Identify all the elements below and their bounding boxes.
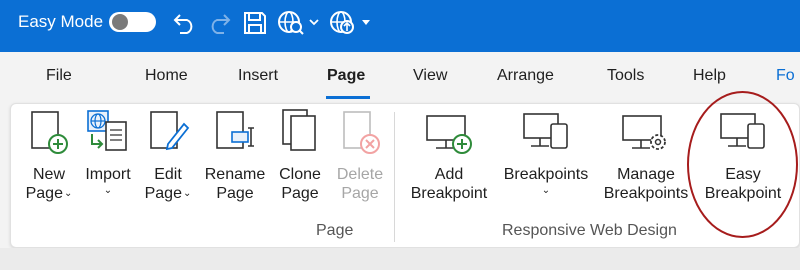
easy-mode-label: Easy Mode (18, 12, 104, 31)
group-label-responsive-web-design: Responsive Web Design (502, 222, 677, 239)
active-tab-indicator (326, 96, 370, 99)
rename-page-label-line2: Page (216, 185, 254, 202)
tab-help[interactable]: Help (693, 67, 726, 85)
chevron-down-icon: ⌄ (182, 188, 192, 199)
manage-breakpoints-label-line2: Breakpoints (603, 185, 689, 202)
publish-icon[interactable] (328, 9, 374, 37)
new-page-icon (31, 111, 68, 154)
rename-page-button[interactable]: Rename Page (202, 108, 268, 218)
easy-mode-toggle[interactable] (109, 12, 156, 32)
rename-page-icon (216, 111, 254, 149)
delete-page-label-line2: Page (341, 185, 379, 202)
chevron-down-icon: ⌄ (541, 185, 551, 196)
ribbon-bottom-strip (0, 248, 800, 270)
new-page-label-line2: Page (25, 185, 63, 202)
breakpoints-icon (523, 113, 568, 149)
manage-breakpoints-button[interactable]: Manage Breakpoints (598, 108, 694, 218)
group-label-page: Page (316, 222, 354, 239)
manage-breakpoints-icon (622, 115, 666, 150)
save-icon[interactable] (240, 9, 270, 37)
web-preview-icon[interactable] (276, 9, 322, 37)
undo-icon[interactable] (170, 9, 200, 37)
manage-breakpoints-label-line1: Manage (617, 166, 675, 183)
import-button[interactable]: Import ⌄ (80, 108, 136, 218)
chevron-down-icon: ⌄ (103, 185, 113, 196)
delete-page-button[interactable]: Delete Page (332, 108, 388, 218)
import-label: Import (85, 166, 131, 183)
new-page-button[interactable]: New Page⌄ (20, 108, 78, 218)
tab-insert[interactable]: Insert (238, 67, 278, 85)
tab-tools[interactable]: Tools (607, 67, 644, 85)
edit-page-label-line1: Edit (154, 166, 182, 183)
tab-file[interactable]: File (46, 67, 72, 85)
toggle-knob (112, 14, 128, 30)
add-breakpoint-button[interactable]: Add Breakpoint (404, 108, 494, 218)
tab-home[interactable]: Home (145, 67, 188, 85)
clone-page-button[interactable]: Clone Page (272, 108, 328, 218)
new-page-label-line1: New (32, 166, 65, 183)
ribbon-tabs: File Home Insert Page View Arrange Tools… (0, 52, 800, 100)
group-divider (394, 112, 395, 242)
tab-page[interactable]: Page (327, 67, 365, 85)
edit-page-label-line2: Page (144, 185, 182, 202)
add-breakpoint-label-line1: Add (434, 166, 464, 183)
clone-page-label-line2: Page (281, 185, 319, 202)
clone-page-icon (282, 109, 316, 151)
delete-page-icon (343, 111, 380, 154)
edit-page-icon (150, 111, 190, 151)
add-breakpoint-label-line2: Breakpoint (410, 185, 488, 202)
tab-arrange[interactable]: Arrange (497, 67, 554, 85)
add-breakpoint-icon (426, 115, 472, 154)
edit-page-button[interactable]: Edit Page⌄ (140, 108, 196, 218)
tab-format-partial[interactable]: Fo (776, 67, 795, 85)
rename-page-label-line1: Rename (204, 166, 266, 183)
title-bar: Easy Mode (0, 0, 800, 52)
tab-view[interactable]: View (413, 67, 447, 85)
breakpoints-label: Breakpoints (503, 166, 589, 183)
delete-page-label-line1: Delete (336, 166, 384, 183)
breakpoints-button[interactable]: Breakpoints ⌄ (497, 108, 595, 218)
import-icon (87, 110, 127, 151)
clone-page-label-line1: Clone (279, 166, 321, 183)
redo-icon[interactable] (204, 9, 234, 37)
chevron-down-icon: ⌄ (63, 188, 73, 199)
highlight-circle-annotation (687, 91, 798, 238)
